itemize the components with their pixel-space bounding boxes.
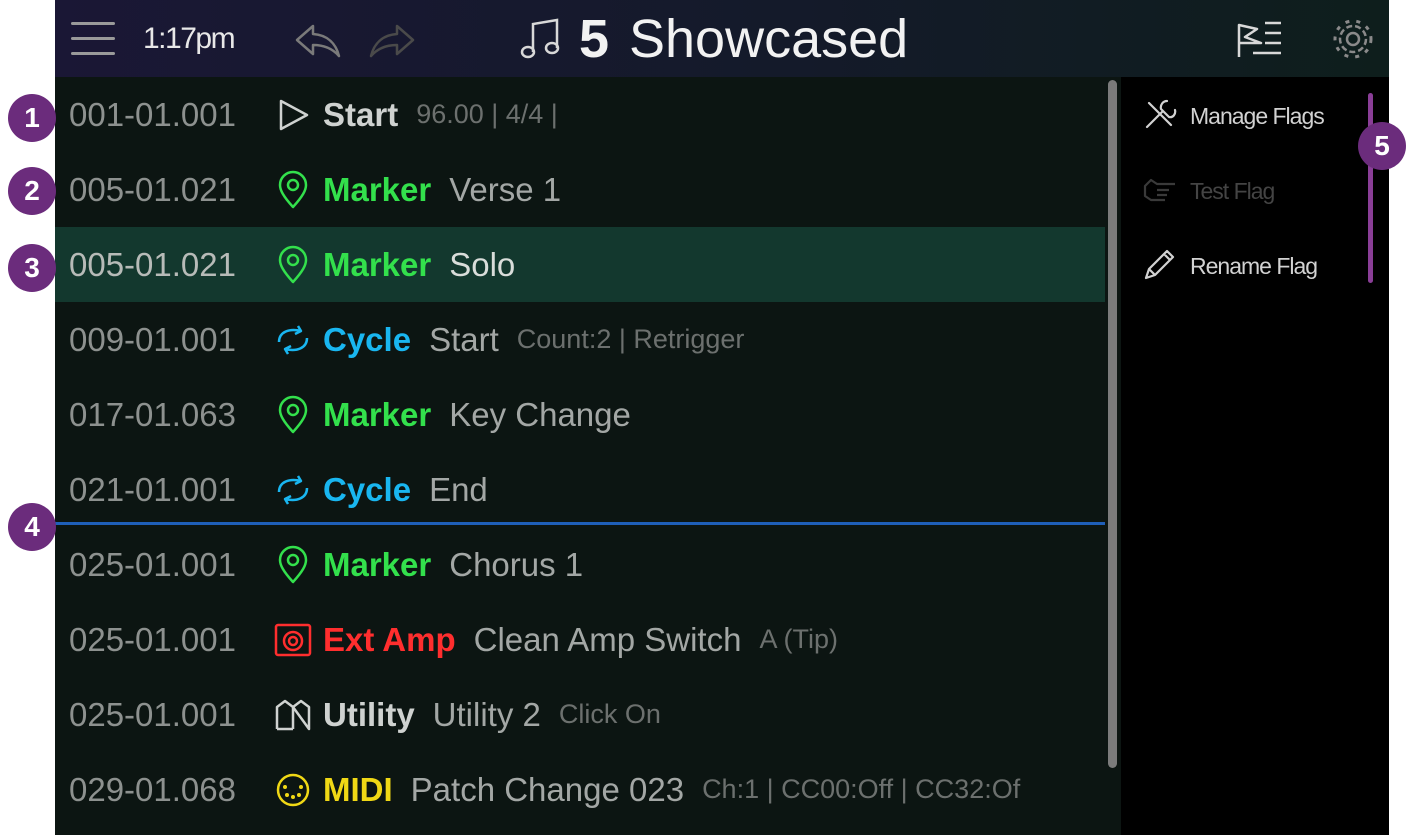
map-pin-icon <box>278 545 308 584</box>
flag-row[interactable]: 001-01.001 Start 96.00 | 4/4 | <box>55 77 1105 152</box>
flag-position: 029-01.068 <box>69 771 236 808</box>
flag-position: 025-01.001 <box>69 621 236 658</box>
flag-type: Cycle <box>323 321 412 358</box>
amp-icon <box>274 623 312 657</box>
undo-icon[interactable] <box>293 20 343 60</box>
flag-type: Marker <box>323 396 432 433</box>
flag-row[interactable]: 005-01.021 Marker Solo <box>55 227 1105 302</box>
flag-row[interactable]: 009-01.001 Cycle Start Count:2 | Retrigger <box>55 302 1105 377</box>
clock: 1:17pm <box>143 22 236 55</box>
map-pin-icon <box>278 170 308 209</box>
midi-icon <box>276 773 310 807</box>
flag-position: 017-01.063 <box>69 396 236 433</box>
callout-badge-2: 2 <box>8 167 56 215</box>
cycle-icon <box>277 475 309 505</box>
redo-icon[interactable] <box>367 20 417 60</box>
menu-item-label: Rename Flag <box>1190 253 1318 279</box>
flag-name: Verse 1 <box>449 171 562 208</box>
flag-type: Cycle <box>323 471 412 508</box>
callout-badge-1: 1 <box>8 94 56 142</box>
flag-name: Clean Amp Switch <box>473 621 742 658</box>
tools-icon <box>1145 99 1177 129</box>
test-flag-menu-item[interactable]: Test Flag <box>1121 154 1389 229</box>
song-number: 5 <box>579 9 610 69</box>
flag-type: MIDI <box>323 771 393 808</box>
song-title[interactable]: Showcased <box>629 8 908 70</box>
flag-row[interactable]: 029-01.068 MIDI Patch Change 023 Ch:1 | CC0… <box>55 752 1105 827</box>
flag-name: Chorus 1 <box>449 546 584 583</box>
flag-row[interactable]: 025-01.001 Ext Amp Clean Amp Switch A (Tip) <box>55 602 1105 677</box>
flag-position: 005-01.021 <box>69 246 236 283</box>
menu-icon[interactable] <box>71 22 115 56</box>
cycle-icon <box>277 325 309 355</box>
flag-list[interactable]: 001-01.001 Start 96.00 | 4/4 | 005-01.021 Ma… <box>55 77 1105 835</box>
playhead-line <box>55 522 1105 525</box>
flag-position: 005-01.021 <box>69 171 236 208</box>
flag-row[interactable]: 017-01.063 Marker Key Change <box>55 377 1105 452</box>
flag-type: Ext Amp <box>323 621 456 658</box>
flag-row[interactable]: 025-01.001 Marker Chorus 1 <box>55 527 1105 602</box>
flag-row[interactable]: 025-01.001 Utility Utility 2 Click On <box>55 677 1105 752</box>
flag-position: 025-01.001 <box>69 546 236 583</box>
flag-detail: A (Tip) <box>759 624 838 654</box>
flag-row[interactable]: 021-01.001 Cycle End <box>55 452 1105 527</box>
flag-context-menu: Manage Flags Test Flag Rename Flag <box>1121 77 1389 835</box>
menu-item-label: Test Flag <box>1190 178 1275 204</box>
callout-badge-4: 4 <box>8 503 56 551</box>
flag-position: 021-01.001 <box>69 471 236 508</box>
flag-name: End <box>429 471 488 508</box>
flag-type: Marker <box>323 246 432 283</box>
flag-name: Key Change <box>449 396 631 433</box>
flag-position: 009-01.001 <box>69 321 236 358</box>
list-scrollbar[interactable] <box>1108 80 1117 768</box>
flag-detail: 96.00 | 4/4 | <box>416 99 558 129</box>
flag-detail: Click On <box>558 699 661 729</box>
map-pin-icon <box>278 245 308 284</box>
flag-type: Marker <box>323 546 432 583</box>
play-icon <box>279 99 309 131</box>
flag-position: 025-01.001 <box>69 696 236 733</box>
pencil-icon <box>1144 249 1175 280</box>
flag-detail: Count:2 | Retrigger <box>516 324 745 354</box>
music-note-icon <box>520 18 560 59</box>
flag-name: Solo <box>449 246 516 283</box>
app-screen: 1:17pm 5 Showcased 001-01.001 Start 96.00 … <box>55 0 1389 835</box>
flag-name: Start <box>429 321 499 358</box>
pointing-hand-icon <box>1143 178 1175 202</box>
callout-badge-5: 5 <box>1358 122 1406 170</box>
flag-name: Utility 2 <box>432 696 541 733</box>
gear-icon[interactable] <box>1331 17 1375 61</box>
callout-badge-3: 3 <box>8 244 56 292</box>
flag-row[interactable]: 005-01.021 Marker Verse 1 <box>55 152 1105 227</box>
flag-position: 001-01.001 <box>69 96 236 133</box>
utility-icon <box>275 699 311 731</box>
top-bar: 1:17pm 5 Showcased <box>55 0 1389 77</box>
menu-scrollbar[interactable] <box>1368 93 1373 283</box>
flag-name: Patch Change 023 <box>410 771 685 808</box>
flags-list-icon[interactable] <box>1235 17 1285 61</box>
menu-item-label: Manage Flags <box>1190 103 1325 129</box>
map-pin-icon <box>278 395 308 434</box>
flag-type: Utility <box>323 696 415 733</box>
rename-flag-menu-item[interactable]: Rename Flag <box>1121 229 1389 304</box>
flag-type: Marker <box>323 171 432 208</box>
flag-detail: Ch:1 | CC00:Off | CC32:Of <box>702 774 1021 804</box>
flag-type: Start <box>323 96 399 133</box>
manage-flags-menu-item[interactable]: Manage Flags <box>1121 79 1389 154</box>
